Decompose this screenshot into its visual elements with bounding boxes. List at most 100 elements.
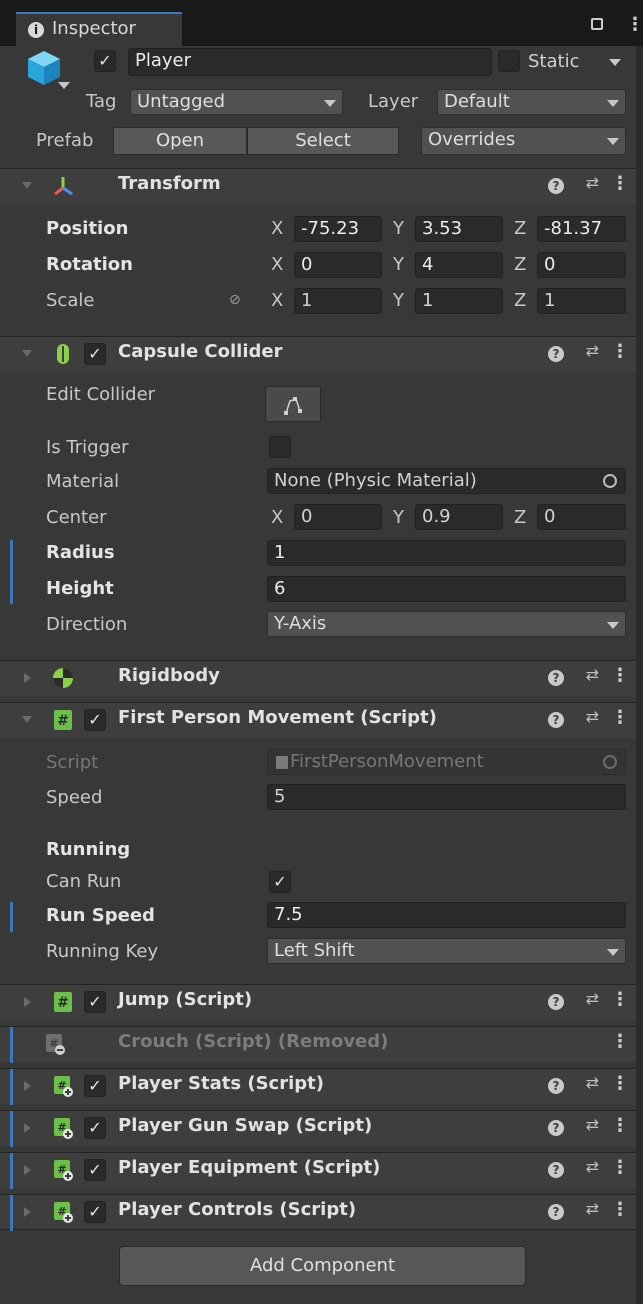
position-y-field[interactable]: 3.53 [415,216,503,242]
presets-icon[interactable]: ⇄ [586,707,599,726]
crouch-script-header[interactable]: # Crouch (Script) (Removed) ⋮ [0,1026,643,1063]
foldout-expanded-icon[interactable] [22,182,32,189]
help-icon[interactable]: ? [548,712,564,728]
rotation-z-field[interactable]: 0 [537,252,626,278]
foldout-collapsed-icon[interactable] [24,1165,31,1175]
component-menu-icon[interactable]: ⋮ [611,989,629,1010]
first-person-movement-header[interactable]: # ✓ First Person Movement (Script) ? ⇄ ⋮ [0,702,643,738]
position-z-axis[interactable]: Z [514,216,526,242]
rotation-z-axis[interactable]: Z [514,252,526,278]
scale-z-axis[interactable]: Z [514,288,526,314]
presets-icon[interactable]: ⇄ [586,1073,599,1092]
help-icon[interactable]: ? [548,178,564,194]
capsule-collider-header[interactable]: ✓ Capsule Collider ? ⇄ ⋮ [0,336,643,372]
prefab-dropdown-arrow-icon[interactable] [58,82,70,89]
prefab-open-button[interactable]: Open [113,127,247,155]
help-icon[interactable]: ? [548,1078,564,1094]
layer-dropdown[interactable]: Default [437,89,626,115]
presets-icon[interactable]: ⇄ [586,1157,599,1176]
position-z-field[interactable]: -81.37 [537,216,626,242]
edit-collider-button[interactable] [265,386,321,422]
rotation-x-field[interactable]: 0 [294,252,382,278]
static-dropdown-icon[interactable] [609,59,621,66]
prefab-overrides-dropdown[interactable]: Overrides [421,127,626,155]
center-y-field[interactable]: 0.9 [415,504,503,530]
running-key-dropdown[interactable]: Left Shift [267,938,626,964]
help-icon[interactable]: ? [548,346,564,362]
help-icon[interactable]: ? [548,1162,564,1178]
height-field[interactable]: 6 [267,576,626,602]
player-equipment-header[interactable]: # ✓ Player Equipment (Script) ? ⇄ ⋮ [0,1152,643,1189]
component-menu-icon[interactable]: ⋮ [611,341,629,362]
center-z-field[interactable]: 0 [537,504,626,530]
position-y-axis[interactable]: Y [393,216,404,242]
center-y-axis[interactable]: Y [393,505,404,531]
scale-z-field[interactable]: 1 [537,288,626,314]
center-z-axis[interactable]: Z [514,505,526,531]
rigidbody-header[interactable]: Rigidbody ? ⇄ ⋮ [0,660,643,696]
component-menu-icon[interactable]: ⋮ [611,1157,629,1178]
scale-y-field[interactable]: 1 [415,288,503,314]
run-speed-field[interactable]: 7.5 [267,902,626,928]
rotation-x-axis[interactable]: X [271,252,283,278]
player-stats-enabled-checkbox[interactable]: ✓ [84,1075,106,1097]
link-broken-icon[interactable]: ⊘ [229,292,241,308]
vertical-ellipsis-icon[interactable]: ⋮ [626,14,643,35]
player-gun-swap-enabled-checkbox[interactable]: ✓ [84,1117,106,1139]
component-menu-icon[interactable]: ⋮ [611,1199,629,1220]
direction-dropdown[interactable]: Y-Axis [267,611,626,637]
is-trigger-checkbox[interactable] [269,436,291,458]
component-menu-icon[interactable]: ⋮ [611,1115,629,1136]
center-x-field[interactable]: 0 [294,504,382,530]
player-gun-swap-header[interactable]: # ✓ Player Gun Swap (Script) ? ⇄ ⋮ [0,1110,643,1147]
add-component-button[interactable]: Add Component [119,1246,526,1286]
jump-script-header[interactable]: # ✓ Jump (Script) ? ⇄ ⋮ [0,984,643,1020]
speed-field[interactable]: 5 [267,784,626,810]
presets-icon[interactable]: ⇄ [586,173,599,192]
presets-icon[interactable]: ⇄ [586,1199,599,1218]
foldout-collapsed-icon[interactable] [24,1081,31,1091]
can-run-checkbox[interactable]: ✓ [269,871,291,893]
player-equipment-enabled-checkbox[interactable]: ✓ [84,1159,106,1181]
component-menu-icon[interactable]: ⋮ [611,173,629,194]
position-x-axis[interactable]: X [271,216,283,242]
help-icon[interactable]: ? [548,670,564,686]
component-menu-icon[interactable]: ⋮ [611,665,629,686]
help-icon[interactable]: ? [548,994,564,1010]
prefab-select-button[interactable]: Select [247,127,399,155]
scale-x-axis[interactable]: X [271,288,283,314]
capsule-enabled-checkbox[interactable]: ✓ [84,343,106,365]
fpm-enabled-checkbox[interactable]: ✓ [84,709,106,731]
position-x-field[interactable]: -75.23 [294,216,382,242]
rotation-y-axis[interactable]: Y [393,252,404,278]
component-menu-icon[interactable]: ⋮ [611,1031,629,1052]
lock-icon[interactable] [591,18,603,30]
vertical-scrollbar[interactable] [636,46,643,1304]
foldout-expanded-icon[interactable] [22,350,32,357]
jump-enabled-checkbox[interactable]: ✓ [84,991,106,1013]
component-menu-icon[interactable]: ⋮ [611,707,629,728]
scale-x-field[interactable]: 1 [294,288,382,314]
object-picker-icon[interactable] [603,474,617,488]
presets-icon[interactable]: ⇄ [586,989,599,1008]
inspector-tab[interactable]: i Inspector [16,12,182,46]
material-field[interactable]: None (Physic Material) [267,468,626,494]
presets-icon[interactable]: ⇄ [586,341,599,360]
transform-header[interactable]: Transform ? ⇄ ⋮ [0,168,643,204]
rotation-y-field[interactable]: 4 [415,252,503,278]
help-icon[interactable]: ? [548,1120,564,1136]
player-controls-header[interactable]: # ✓ Player Controls (Script) ? ⇄ ⋮ [0,1194,643,1231]
player-controls-enabled-checkbox[interactable]: ✓ [84,1201,106,1223]
presets-icon[interactable]: ⇄ [586,665,599,684]
center-x-axis[interactable]: X [271,505,283,531]
foldout-collapsed-icon[interactable] [24,1207,31,1217]
foldout-expanded-icon[interactable] [22,716,32,723]
component-menu-icon[interactable]: ⋮ [611,1073,629,1094]
tag-dropdown[interactable]: Untagged [130,89,343,115]
help-icon[interactable]: ? [548,1204,564,1220]
foldout-collapsed-icon[interactable] [24,997,31,1007]
active-checkbox[interactable]: ✓ [94,50,116,72]
player-stats-header[interactable]: # ✓ Player Stats (Script) ? ⇄ ⋮ [0,1068,643,1105]
presets-icon[interactable]: ⇄ [586,1115,599,1134]
foldout-collapsed-icon[interactable] [24,673,31,683]
